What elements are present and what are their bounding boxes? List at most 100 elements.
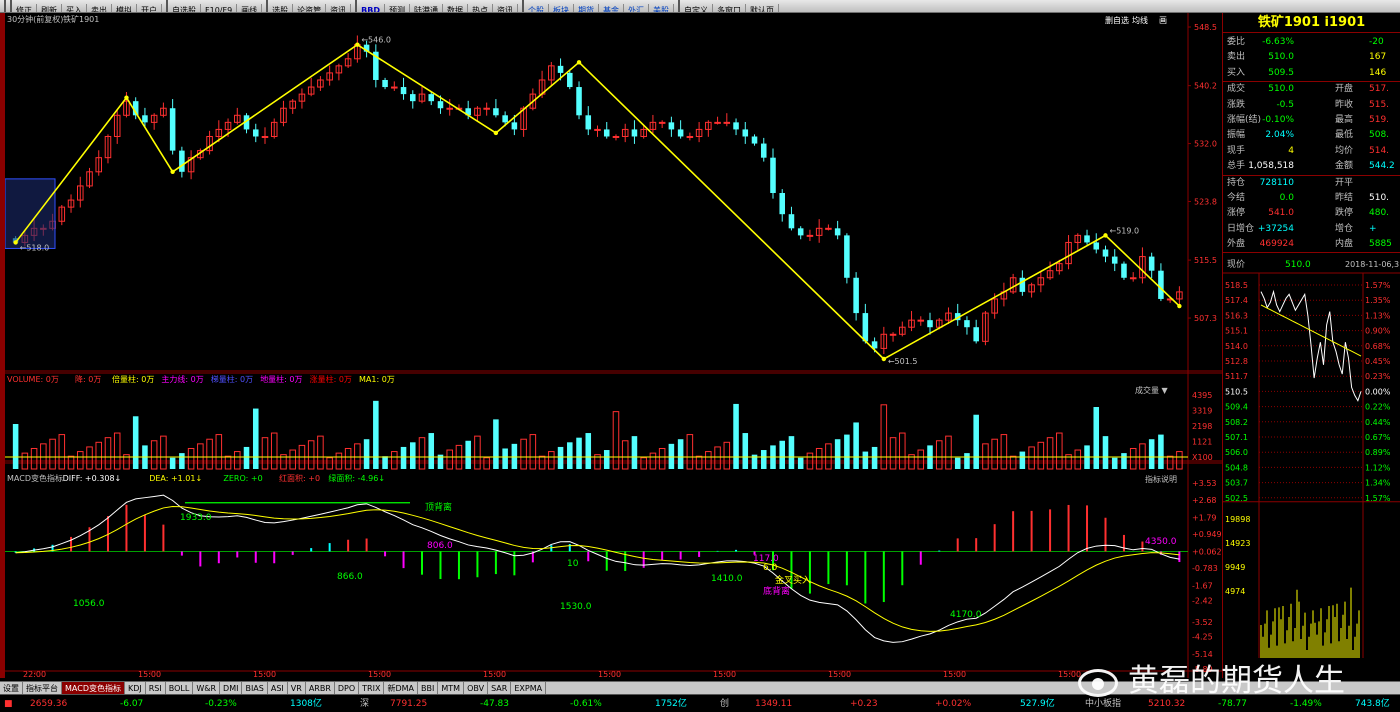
highlight-box[interactable] xyxy=(5,178,56,249)
volume-bar[interactable] xyxy=(502,448,508,469)
volume-bar[interactable] xyxy=(964,453,970,469)
volume-bar[interactable] xyxy=(668,443,675,469)
volume-bar[interactable] xyxy=(585,433,592,469)
toolbar-item-31[interactable]: 自定义 xyxy=(680,4,714,12)
toolbar-item-14[interactable]: 论资管 xyxy=(293,4,327,12)
candle[interactable] xyxy=(844,235,850,278)
toolbar-item-33[interactable]: 默认页 xyxy=(746,4,780,12)
volume-bar[interactable] xyxy=(788,436,795,469)
candle[interactable] xyxy=(603,129,610,137)
macd-help-button[interactable]: 指标说明 xyxy=(1145,474,1177,484)
indicator-tab[interactable]: RSI xyxy=(146,682,166,694)
candle[interactable] xyxy=(382,79,388,88)
candle[interactable] xyxy=(437,101,444,109)
volume-bar[interactable] xyxy=(243,446,250,469)
toolbar-item-32[interactable]: 多窗口 xyxy=(713,4,747,12)
toolbar-item-5[interactable]: 卖出 xyxy=(87,4,112,12)
candle[interactable] xyxy=(677,129,684,137)
candle[interactable] xyxy=(668,122,675,130)
volume-bar[interactable] xyxy=(853,422,859,469)
volume-bar[interactable] xyxy=(557,446,564,469)
volume-bar[interactable] xyxy=(954,457,961,469)
candle[interactable] xyxy=(576,87,582,116)
volume-bar[interactable] xyxy=(410,442,416,469)
toolbar-item-7[interactable]: 开户 xyxy=(137,4,162,12)
candle[interactable] xyxy=(1158,270,1164,299)
volume-bar[interactable] xyxy=(1111,457,1118,469)
indicator-tab[interactable]: VR xyxy=(288,682,306,694)
indicator-tab[interactable]: 新DMA xyxy=(384,682,419,694)
candle[interactable] xyxy=(1148,256,1155,271)
toolbar-item-26[interactable]: 期货 xyxy=(574,4,600,12)
indicator-tab[interactable]: 设置 xyxy=(0,682,23,694)
candle[interactable] xyxy=(446,107,453,110)
volume-bar[interactable] xyxy=(742,433,749,469)
volume-bar[interactable] xyxy=(12,424,19,469)
toolbar-item-13[interactable]: 选股 xyxy=(268,4,294,12)
candle[interactable] xyxy=(1111,256,1118,264)
toolbar-item-27[interactable]: 基金 xyxy=(599,4,625,12)
indicator-tab[interactable]: BIAS xyxy=(242,682,268,694)
candle[interactable] xyxy=(917,319,925,322)
candle[interactable] xyxy=(1121,263,1127,278)
candle[interactable] xyxy=(493,108,499,116)
volume-bar[interactable] xyxy=(169,457,176,469)
indicator-tab[interactable]: EXPMA xyxy=(511,682,547,694)
indicator-tab[interactable]: BBI xyxy=(418,682,439,694)
toolbar-item-6[interactable]: 模拟 xyxy=(112,4,137,12)
toolbar-item-2[interactable]: 修正 xyxy=(12,4,37,12)
candle[interactable] xyxy=(1102,249,1109,257)
candle[interactable] xyxy=(557,65,564,73)
volume-bar[interactable] xyxy=(576,437,582,469)
volume-bar[interactable] xyxy=(363,439,370,469)
candle[interactable] xyxy=(585,115,592,130)
toolbar-item-22[interactable]: 资讯 xyxy=(493,4,519,12)
toolbar-item-25[interactable]: 板块 xyxy=(549,4,575,12)
volume-bar[interactable] xyxy=(1121,453,1127,469)
volume-bar[interactable] xyxy=(631,436,638,469)
candle[interactable] xyxy=(1093,242,1100,250)
volume-bar[interactable] xyxy=(1093,407,1100,469)
candle[interactable] xyxy=(567,72,573,88)
indicator-tab[interactable]: ARBR xyxy=(306,682,335,694)
candle[interactable] xyxy=(686,135,694,138)
candle[interactable] xyxy=(834,228,841,236)
candle[interactable] xyxy=(483,107,490,110)
candle[interactable] xyxy=(179,150,185,172)
candle[interactable] xyxy=(594,128,601,131)
candle[interactable] xyxy=(142,115,148,123)
candle[interactable] xyxy=(760,143,767,158)
candle[interactable] xyxy=(751,136,758,144)
volume-bar[interactable] xyxy=(603,450,610,469)
toolbar-item-4[interactable]: 买入 xyxy=(62,4,87,12)
chart-header-btn[interactable]: 画 xyxy=(1159,16,1167,25)
toolbar-item-10[interactable]: F10/F9 xyxy=(201,4,238,12)
candle[interactable] xyxy=(1129,277,1137,280)
candle[interactable] xyxy=(825,227,832,230)
volume-bar[interactable] xyxy=(428,433,435,469)
volume-bar[interactable] xyxy=(862,451,869,469)
candle[interactable] xyxy=(612,135,620,138)
candle[interactable] xyxy=(779,193,785,215)
volume-bar[interactable] xyxy=(871,446,878,469)
candle[interactable] xyxy=(261,135,269,138)
kline-chart[interactable]: 30分钟(前复权) 铁矿1901 删自选 均线 画 548.5 540.2 532.0 523.… xyxy=(5,13,1222,678)
candle[interactable] xyxy=(714,121,721,124)
intraday-mini-chart[interactable]: 现价 510.0 2018-11-06,3 518.5 1.57% 517.4 1.35% 5… xyxy=(1223,253,1400,659)
indicator-tab[interactable]: TRIX xyxy=(359,682,385,694)
candle[interactable] xyxy=(889,333,897,336)
indicator-tab[interactable]: W&R xyxy=(193,682,221,694)
toolbar-item-18[interactable]: 预测 xyxy=(385,4,411,12)
volume-bar[interactable] xyxy=(677,439,684,469)
candle[interactable] xyxy=(862,313,869,342)
candle[interactable] xyxy=(252,129,259,137)
candle[interactable] xyxy=(723,121,731,124)
volume-bar[interactable] xyxy=(567,442,573,469)
indicator-tab[interactable]: DMI xyxy=(220,682,243,694)
volume-bar[interactable] xyxy=(1019,451,1026,469)
toolbar-item-28[interactable]: 外汇 xyxy=(624,4,650,12)
volume-bar[interactable] xyxy=(132,416,139,469)
volume-bar[interactable] xyxy=(1102,436,1109,469)
toolbar-item-19[interactable]: 陆港通 xyxy=(410,4,444,12)
candle[interactable] xyxy=(788,214,795,229)
